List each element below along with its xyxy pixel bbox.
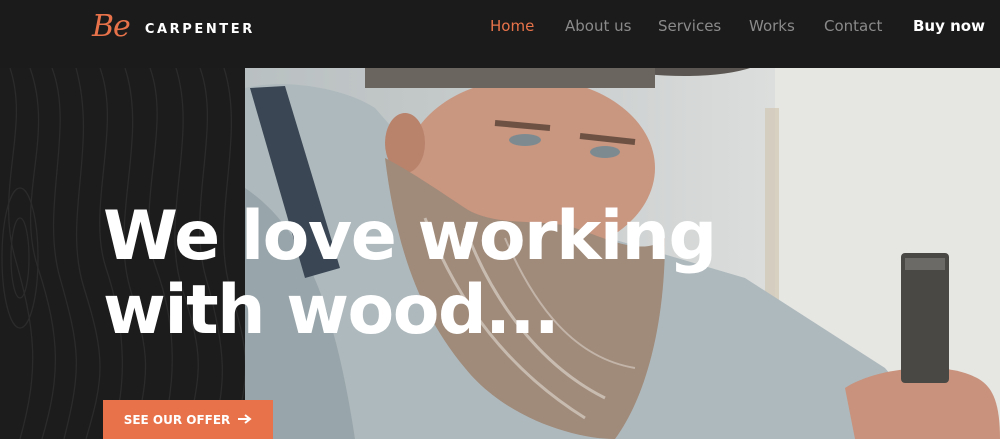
main-nav: Home About us Services Works Contact Buy… — [0, 17, 1000, 37]
hero-headline-line-1: We love working — [103, 197, 717, 276]
hero-headline: We love working with wood... — [103, 197, 717, 350]
see-our-offer-button[interactable]: SEE OUR OFFER — [103, 400, 273, 439]
nav-about-us[interactable]: About us — [565, 17, 631, 35]
page: Be CARPENTER Home About us Services Work… — [0, 0, 1000, 439]
nav-contact[interactable]: Contact — [824, 17, 882, 35]
site-header: Be CARPENTER Home About us Services Work… — [0, 0, 1000, 68]
nav-buy-now[interactable]: Buy now — [913, 17, 985, 35]
arrow-right-icon — [238, 412, 252, 428]
nav-works[interactable]: Works — [749, 17, 795, 35]
cta-label: SEE OUR OFFER — [123, 413, 231, 427]
nav-services[interactable]: Services — [658, 17, 721, 35]
nav-home[interactable]: Home — [490, 17, 534, 35]
hero-headline-line-2: with wood... — [103, 271, 560, 350]
